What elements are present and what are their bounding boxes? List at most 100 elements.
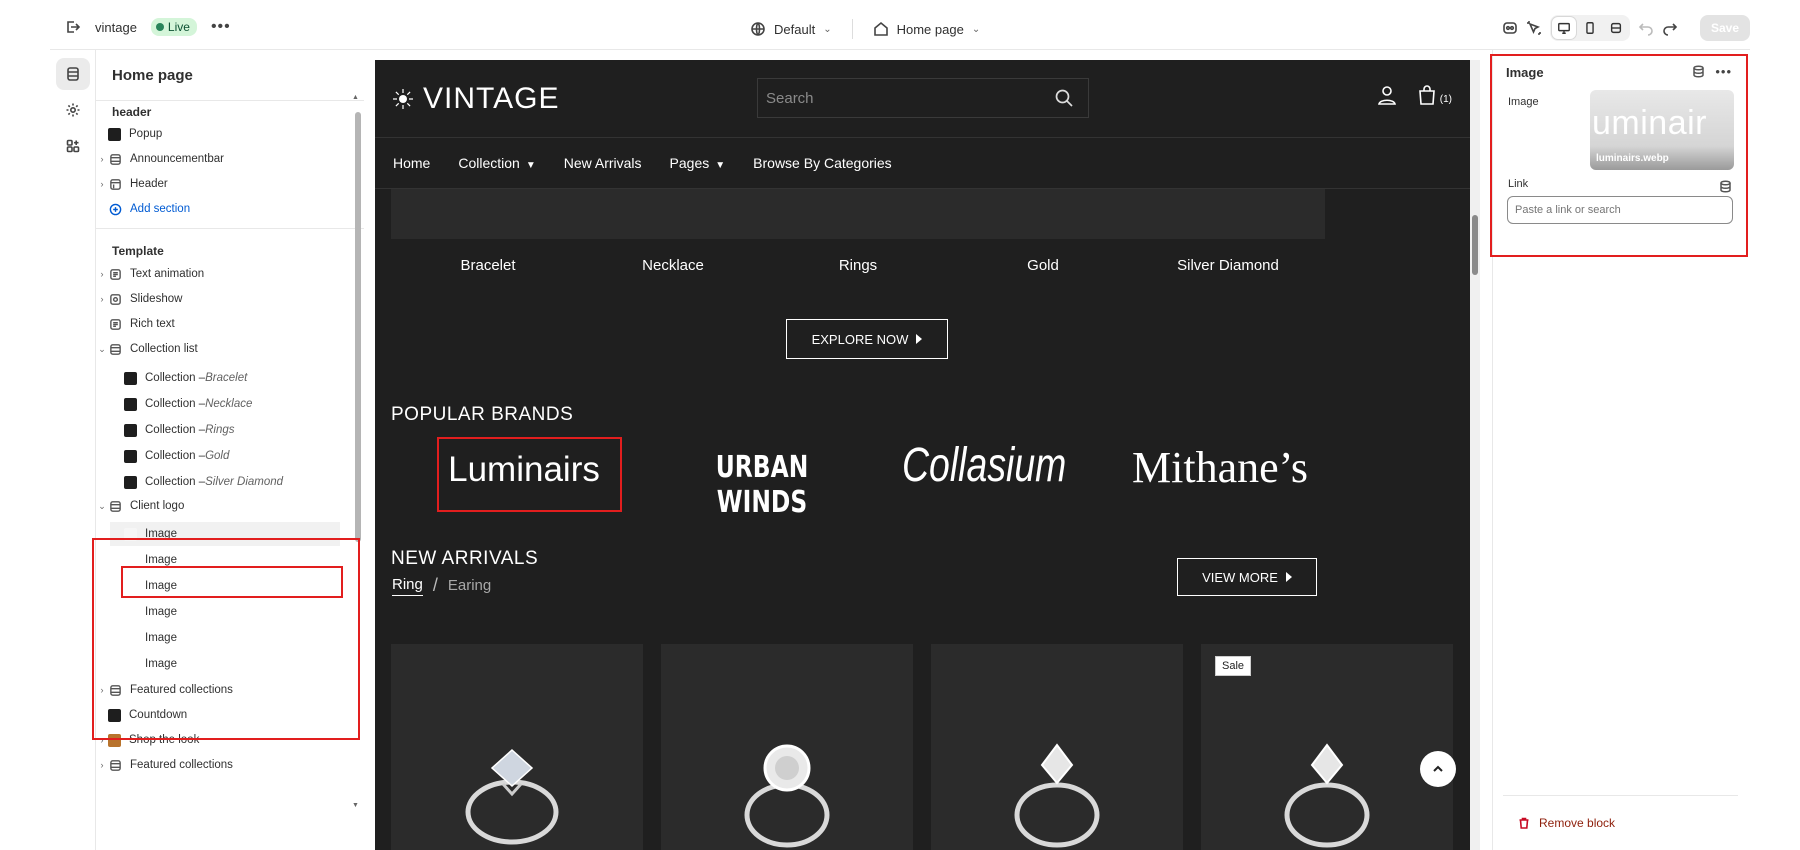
section-announcementbar[interactable]: › Announcementbar [96,147,354,171]
collection-thumb-icon [124,397,137,411]
remove-block-button[interactable]: Remove block [1517,816,1615,830]
brand-logo-urban-winds[interactable]: URBAN WINDS [680,450,844,520]
section-collection-list[interactable]: ⌄ Collection list [96,337,354,361]
save-button[interactable]: Save [1699,15,1750,41]
section-label: Text animation [130,268,205,280]
desktop-view-icon[interactable] [1551,17,1576,39]
scroll-down-arrow-icon[interactable]: ▼ [352,802,359,809]
nav-collection[interactable]: Collection ▼ [458,155,535,171]
search-placeholder: Search [766,89,814,107]
select-cursor-icon[interactable] [1526,20,1542,36]
undo-icon[interactable] [1638,20,1654,36]
block-collection-silver-diamond[interactable]: Collection – Silver Diamond [96,470,354,494]
view-more-button[interactable]: VIEW MORE [1177,558,1317,596]
nav-label: Collection [458,155,520,171]
search-icon[interactable] [1054,88,1074,108]
exit-icon[interactable] [65,19,81,35]
highlight-settings-panel [1490,54,1748,257]
header-icons: (1) [1376,84,1452,106]
product-card[interactable] [391,644,643,850]
top-bar: vintage Live ••• Default ⌄ Home page ⌄ S… [50,8,1750,50]
store-logo-text: VINTAGE [423,82,560,115]
product-card[interactable] [661,644,913,850]
store-search-input[interactable]: Search [757,78,1089,118]
theme-selector-label: Default [774,21,816,37]
sale-badge: Sale [1215,656,1252,676]
nav-pages[interactable]: Pages ▼ [670,155,726,171]
section-rich-text[interactable]: Rich text [96,312,354,336]
fullscreen-view-icon[interactable] [1604,17,1628,39]
add-section-button[interactable]: Add section [96,197,354,221]
collection-card[interactable]: Gold [946,189,1140,274]
collection-image [576,189,770,239]
collection-card[interactable]: Necklace [576,189,770,274]
preview-inspector-icon[interactable] [1502,20,1518,36]
tab-earing[interactable]: Earing [448,577,491,594]
block-collection-necklace[interactable]: Collection – Necklace [96,392,354,416]
nav-browse-categories[interactable]: Browse By Categories [753,155,892,171]
redo-icon[interactable] [1662,20,1678,36]
tab-separator: / [432,575,438,595]
store-name: vintage [95,19,137,35]
section-text-animation[interactable]: › Text animation [96,262,354,286]
mobile-view-icon[interactable] [1578,17,1602,39]
block-prefix: Collection – [145,476,206,488]
popup-thumb-icon [108,127,121,141]
brand-logo-collasium[interactable]: Collasium [902,438,1066,493]
more-menu-icon[interactable]: ••• [211,18,231,36]
chevron-right-icon[interactable]: › [96,154,108,164]
button-label: EXPLORE NOW [811,331,909,347]
rail-apps[interactable] [56,130,90,162]
section-label: Rich text [130,318,175,330]
brand-logo-mithanes[interactable]: Mithane’s [1110,442,1330,493]
page-selector[interactable]: Home page ⌄ [873,21,980,37]
tab-ring[interactable]: Ring [392,576,423,596]
theme-selector[interactable]: Default ⌄ [750,21,832,37]
chevron-right-icon[interactable]: › [96,179,108,189]
chevron-right-icon[interactable]: › [96,269,108,279]
preview-scrollbar[interactable] [1470,60,1480,850]
chevron-right-icon[interactable]: › [96,760,108,770]
section-label: Announcementbar [130,153,224,165]
section-header[interactable]: › Header [96,172,354,196]
page-title: Home page [112,67,193,84]
highlight-luminairs-logo [437,437,622,512]
section-label: Slideshow [130,293,183,305]
header-section-icon [108,177,122,191]
cart-bag-icon[interactable] [1416,84,1438,106]
section-featured-collections[interactable]: › Featured collections [96,753,354,777]
block-collection-rings[interactable]: Collection – Rings [96,418,354,442]
page-selector-label: Home page [896,21,964,37]
add-section-label: Add section [130,203,191,215]
collection-card[interactable]: Bracelet [391,189,585,274]
collection-card[interactable]: Rings [761,189,955,274]
section-slideshow[interactable]: › Slideshow [96,287,354,311]
rail-sections[interactable] [56,58,90,90]
block-collection-gold[interactable]: Collection – Gold [96,444,354,468]
chevron-right-icon[interactable]: › [96,294,108,304]
collection-thumb-icon [124,423,137,437]
add-circle-icon [108,202,122,216]
scroll-up-arrow-icon[interactable]: ▲ [352,94,359,101]
product-card[interactable]: Sale [1201,644,1453,850]
account-icon[interactable] [1376,84,1398,106]
back-to-top-button[interactable] [1420,751,1456,787]
theme-editor: vintage Live ••• Default ⌄ Home page ⌄ S… [0,0,1800,850]
chevron-down-icon[interactable]: ⌄ [96,501,108,512]
popular-brands-title: POPULAR BRANDS [391,404,574,425]
collection-card[interactable]: Silver Diamond [1131,189,1325,274]
rail-settings[interactable] [56,94,90,126]
sidebar-scrollbar[interactable] [355,112,361,542]
chevron-down-icon[interactable]: ⌄ [96,344,108,355]
nav-home[interactable]: Home [393,155,430,171]
section-popup[interactable]: Popup [96,122,354,146]
preview-scroll-thumb[interactable] [1472,215,1478,275]
nav-new-arrivals[interactable]: New Arrivals [564,155,642,171]
store-logo[interactable]: VINTAGE [393,82,559,116]
section-client-logo[interactable]: ⌄ Client logo [96,494,354,518]
product-card[interactable] [931,644,1183,850]
block-collection-bracelet[interactable]: Collection – Bracelet [96,366,354,390]
chevron-up-icon [1433,765,1443,772]
group-template-label: Template [112,244,164,258]
explore-now-button[interactable]: EXPLORE NOW [786,319,948,359]
